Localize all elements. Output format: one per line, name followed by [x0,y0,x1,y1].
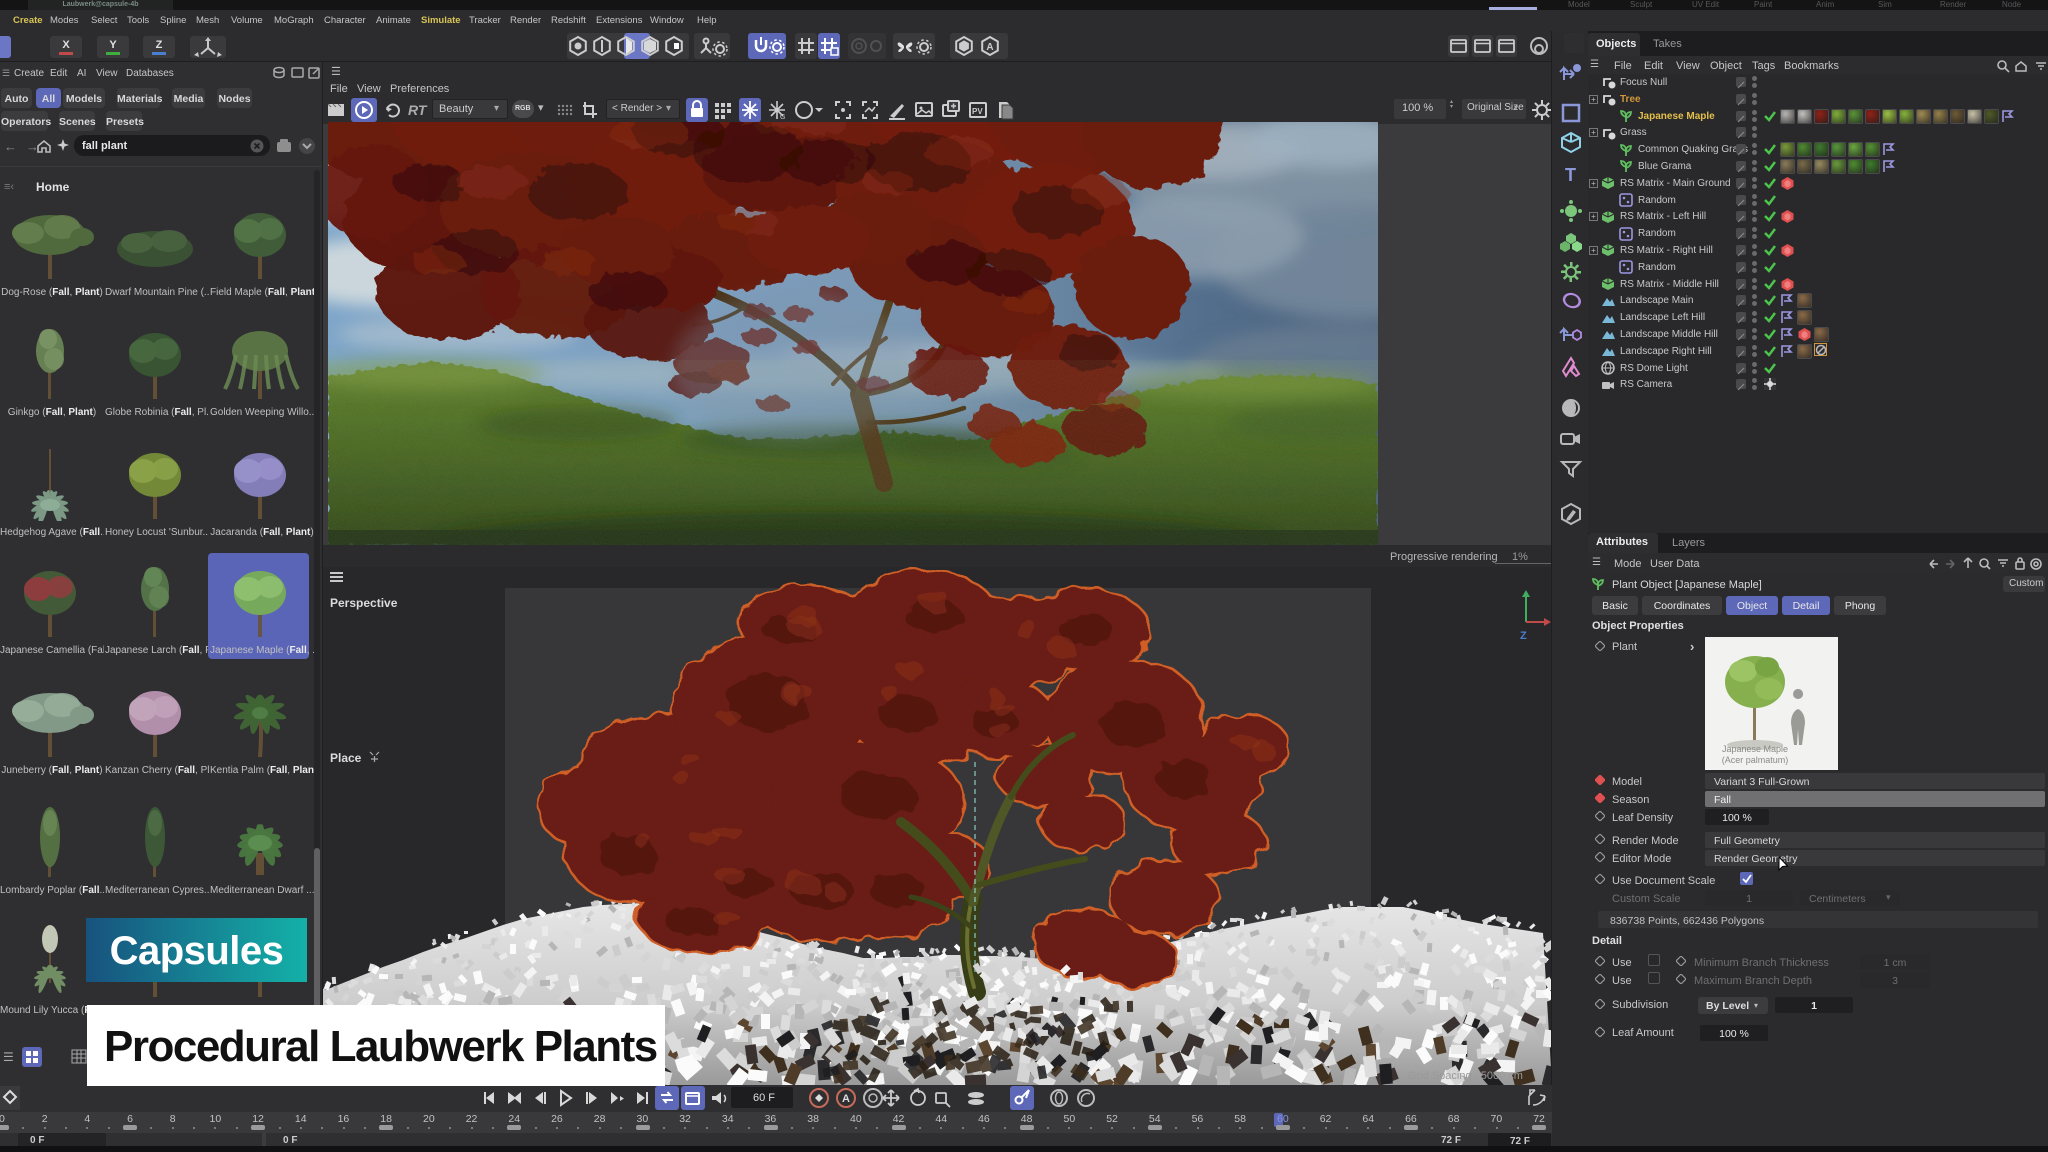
svg-text:G: G [780,114,785,121]
svg-text:A: A [842,1093,850,1105]
svg-text:Z: Z [1520,630,1527,642]
svg-text:Japanese Maple: Japanese Maple [1722,744,1788,754]
svg-text:Perspective: Perspective [330,596,398,610]
svg-text:Grid Spacing : 5000 cm: Grid Spacing : 5000 cm [1408,1070,1523,1082]
svg-text:T: T [1565,165,1576,185]
svg-text:(Acer palmatum): (Acer palmatum) [1722,755,1789,765]
svg-text:Place: Place [330,751,362,765]
svg-text:PV: PV [972,107,983,116]
svg-text:A: A [986,42,993,53]
